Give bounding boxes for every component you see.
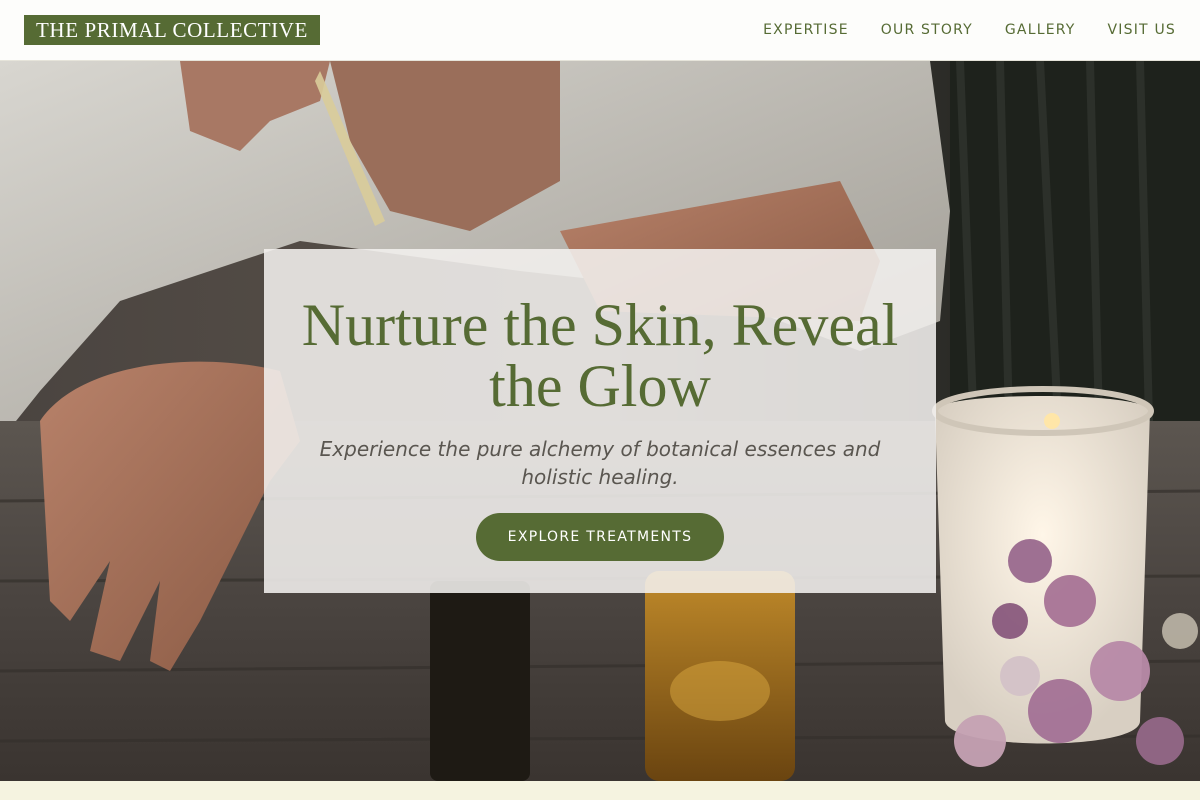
hero-section: Nurture the Skin, Reveal the Glow Experi… [0, 61, 1200, 781]
top-navbar: THE PRIMAL COLLECTIVE EXPERTISE OUR STOR… [0, 0, 1200, 61]
nav-link-gallery[interactable]: GALLERY [1005, 22, 1076, 38]
main-nav: EXPERTISE OUR STORY GALLERY VISIT US [763, 22, 1176, 38]
explore-treatments-button[interactable]: EXPLORE TREATMENTS [475, 513, 725, 561]
hero-card: Nurture the Skin, Reveal the Glow Experi… [264, 249, 936, 593]
nav-link-expertise[interactable]: EXPERTISE [763, 22, 849, 38]
hero-subtitle: Experience the pure alchemy of botanical… [319, 437, 881, 489]
brand-logo[interactable]: THE PRIMAL COLLECTIVE [24, 15, 320, 45]
hero-title: Nurture the Skin, Reveal the Glow [301, 292, 899, 419]
nav-link-visit-us[interactable]: VISIT US [1108, 22, 1176, 38]
nav-link-our-story[interactable]: OUR STORY [881, 22, 973, 38]
next-section-edge [0, 781, 1200, 800]
